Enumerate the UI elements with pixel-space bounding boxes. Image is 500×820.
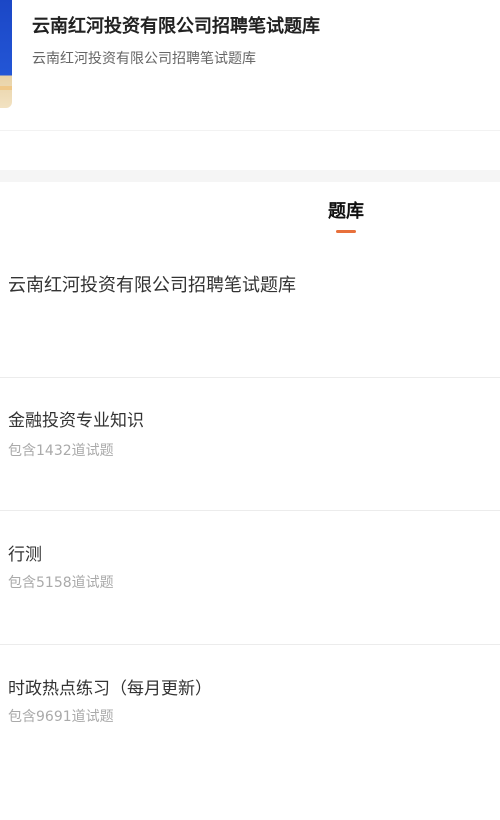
list-item-finance[interactable]: 金融投资专业知识 包含1432道试题: [0, 378, 500, 510]
bank-title: 云南红河投资有限公司招聘笔试题库: [8, 275, 296, 296]
list-item-title: 时政热点练习（每月更新）: [8, 679, 212, 699]
list-item-count: 包含5158道试题: [8, 575, 114, 591]
book-cover-stripe: [0, 86, 12, 90]
page-title: 云南红河投资有限公司招聘笔试题库: [32, 16, 320, 37]
list-item-current-affairs[interactable]: 时政热点练习（每月更新） 包含9691道试题: [0, 645, 500, 785]
tab-active-indicator: [336, 230, 356, 233]
header: 云南红河投资有限公司招聘笔试题库 云南红河投资有限公司招聘笔试题库: [0, 0, 500, 130]
list-item-xingce[interactable]: 行测 包含5158道试题: [0, 511, 500, 644]
list-item-count: 包含9691道试题: [8, 709, 114, 725]
section-separator: [0, 170, 500, 182]
list-item-title: 金融投资专业知识: [8, 411, 144, 431]
tab-question-bank[interactable]: 题库: [318, 200, 374, 233]
header-divider: [0, 130, 500, 131]
tab-label: 题库: [328, 201, 364, 222]
list-item-title: 行测: [8, 545, 42, 565]
page-subtitle: 云南红河投资有限公司招聘笔试题库: [32, 51, 256, 67]
book-cover-image: [0, 0, 12, 108]
list-item-count: 包含1432道试题: [8, 443, 114, 459]
page: 云南红河投资有限公司招聘笔试题库 云南红河投资有限公司招聘笔试题库 题库 云南红…: [0, 0, 500, 820]
